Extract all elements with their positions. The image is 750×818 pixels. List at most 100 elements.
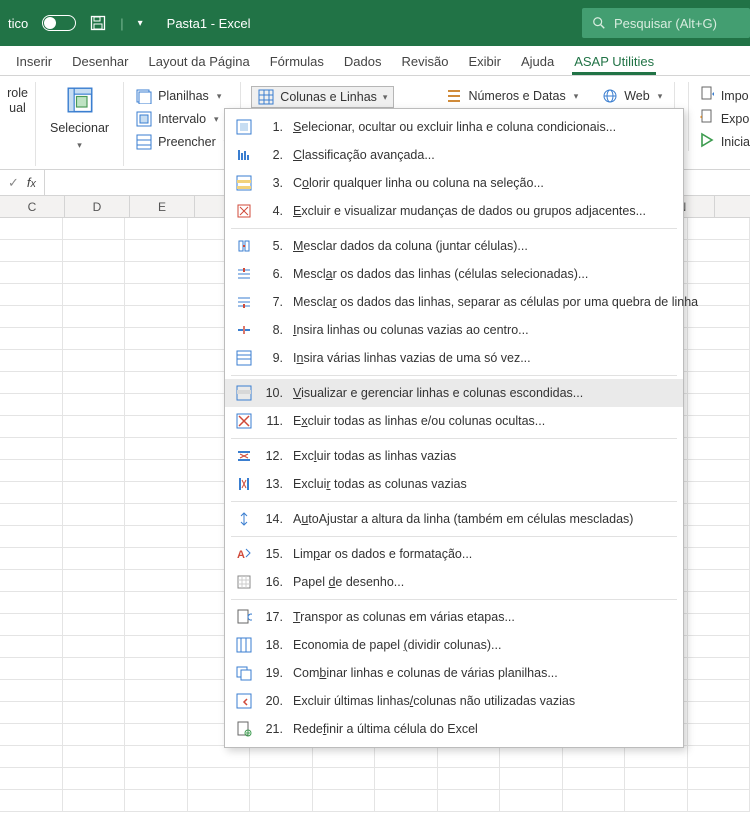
cell[interactable] (688, 746, 750, 767)
cell[interactable] (250, 746, 313, 767)
cell[interactable] (0, 262, 63, 283)
cell[interactable] (0, 306, 63, 327)
numeros-datas-button[interactable]: Números e Datas▾ (444, 86, 580, 106)
menu-item-10[interactable]: 10.Visualizar e gerenciar linhas e colun… (225, 379, 683, 407)
cell[interactable] (125, 460, 188, 481)
column-header[interactable]: E (130, 196, 195, 217)
cell[interactable] (0, 350, 63, 371)
cell[interactable] (125, 218, 188, 239)
cell[interactable] (125, 548, 188, 569)
cell[interactable] (63, 790, 126, 811)
cell[interactable] (63, 416, 126, 437)
cell[interactable] (0, 680, 63, 701)
menu-item-4[interactable]: 4.Excluir e visualizar mudanças de dados… (225, 197, 683, 225)
cell[interactable] (188, 768, 251, 789)
menu-item-3[interactable]: 3.Colorir qualquer linha ou coluna na se… (225, 169, 683, 197)
cell[interactable] (63, 218, 126, 239)
menu-item-5[interactable]: 5.Mesclar dados da coluna (juntar célula… (225, 232, 683, 260)
cell[interactable] (125, 262, 188, 283)
cell[interactable] (688, 240, 750, 261)
cell[interactable] (63, 680, 126, 701)
cell[interactable] (0, 636, 63, 657)
cell[interactable] (0, 746, 63, 767)
cell[interactable] (125, 284, 188, 305)
cell[interactable] (125, 746, 188, 767)
cell[interactable] (125, 328, 188, 349)
menu-item-12[interactable]: 12.Excluir todas as linhas vazias (225, 442, 683, 470)
cell[interactable] (63, 306, 126, 327)
cell[interactable] (0, 416, 63, 437)
cell[interactable] (500, 768, 563, 789)
cell[interactable] (63, 438, 126, 459)
cell[interactable] (438, 768, 501, 789)
cell[interactable] (375, 746, 438, 767)
cell[interactable] (63, 482, 126, 503)
menu-item-20[interactable]: 20.Excluir últimas linhas/colunas não ut… (225, 687, 683, 715)
cell[interactable] (0, 372, 63, 393)
cell[interactable] (63, 614, 126, 635)
cell[interactable] (0, 724, 63, 745)
column-header[interactable]: C (0, 196, 65, 217)
cell[interactable] (688, 768, 750, 789)
cell[interactable] (563, 768, 626, 789)
cell[interactable] (125, 790, 188, 811)
cell[interactable] (375, 768, 438, 789)
cell[interactable] (438, 746, 501, 767)
cell[interactable] (0, 504, 63, 525)
select-button[interactable]: Selecionar ▾ (46, 84, 113, 153)
cell[interactable] (688, 372, 750, 393)
cell[interactable] (688, 394, 750, 415)
cell[interactable] (0, 614, 63, 635)
menu-item-11[interactable]: 11.Excluir todas as linhas e/ou colunas … (225, 407, 683, 435)
cell[interactable] (125, 614, 188, 635)
formula-accept-icon[interactable]: ✓ (0, 175, 27, 191)
cell[interactable] (63, 350, 126, 371)
autosave-toggle[interactable] (42, 15, 76, 31)
cell[interactable] (688, 526, 750, 547)
menu-item-15[interactable]: A15.Limpar os dados e formatação... (225, 540, 683, 568)
column-header[interactable]: D (65, 196, 130, 217)
cell[interactable] (0, 768, 63, 789)
tab-ajuda[interactable]: Ajuda (511, 48, 564, 75)
menu-item-2[interactable]: 2.Classificação avançada... (225, 141, 683, 169)
cell[interactable] (625, 768, 688, 789)
cell[interactable] (0, 438, 63, 459)
cell[interactable] (125, 570, 188, 591)
tab-asap-utilities[interactable]: ASAP Utilities (564, 48, 664, 75)
cell[interactable] (125, 680, 188, 701)
web-button[interactable]: Web▾ (600, 86, 664, 106)
cell[interactable] (688, 218, 750, 239)
menu-item-14[interactable]: 14.AutoAjustar a altura da linha (também… (225, 505, 683, 533)
cell[interactable] (63, 240, 126, 261)
cell[interactable] (125, 636, 188, 657)
cell[interactable] (625, 790, 688, 811)
cell[interactable] (125, 438, 188, 459)
cell[interactable] (63, 262, 126, 283)
cell[interactable] (63, 724, 126, 745)
colunas-linhas-button[interactable]: Colunas e Linhas ▾ (251, 86, 394, 108)
cell[interactable] (688, 350, 750, 371)
cell[interactable] (63, 460, 126, 481)
cell[interactable] (688, 306, 750, 327)
export-button[interactable]: Expo (699, 109, 750, 128)
cell[interactable] (63, 548, 126, 569)
cell[interactable] (688, 658, 750, 679)
save-icon[interactable] (90, 15, 106, 31)
cell[interactable] (125, 416, 188, 437)
cell[interactable] (63, 504, 126, 525)
cell[interactable] (688, 790, 750, 811)
cell[interactable] (125, 702, 188, 723)
menu-item-8[interactable]: 8.Insira linhas ou colunas vazias ao cen… (225, 316, 683, 344)
search-box[interactable]: Pesquisar (Alt+G) (582, 8, 750, 38)
cell[interactable] (125, 372, 188, 393)
cell[interactable] (125, 768, 188, 789)
cell[interactable] (688, 636, 750, 657)
cell[interactable] (688, 614, 750, 635)
menu-item-19[interactable]: 19.Combinar linhas e colunas de várias p… (225, 659, 683, 687)
cell[interactable] (688, 570, 750, 591)
cell[interactable] (0, 284, 63, 305)
cell[interactable] (63, 702, 126, 723)
cell[interactable] (125, 394, 188, 415)
cell[interactable] (250, 790, 313, 811)
cell[interactable] (688, 592, 750, 613)
